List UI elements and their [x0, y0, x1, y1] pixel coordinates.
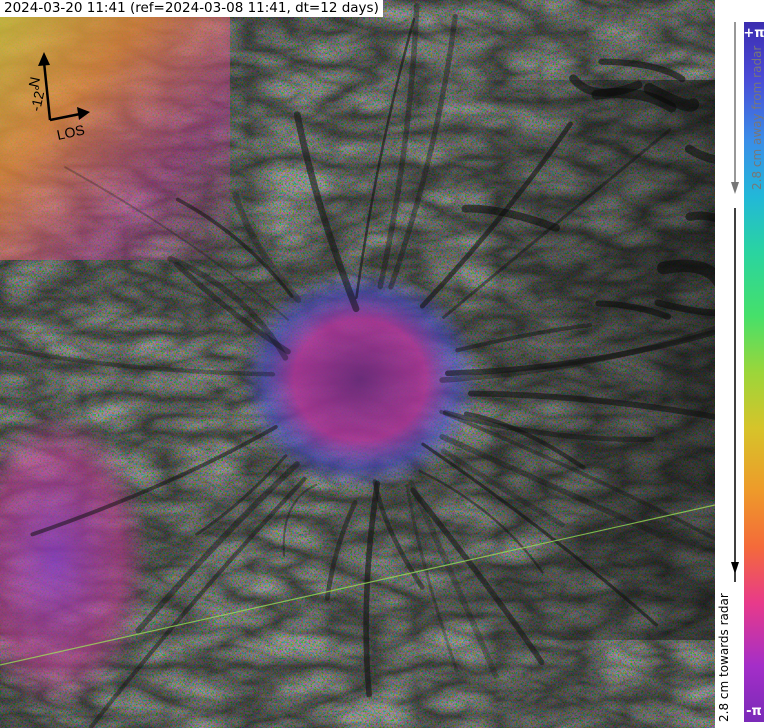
- away-arrow-icon: [731, 182, 739, 194]
- colorbar-min-label: -π: [746, 703, 762, 719]
- towards-arrow-icon: [731, 562, 739, 574]
- acquisition-title: 2024-03-20 11:41 (ref=2024-03-08 11:41, …: [0, 0, 383, 17]
- interferogram-map: -12° N LOS: [0, 0, 715, 728]
- phase-colorbar-panel: +π -π 2.8 cm away from radar 2.8 cm towa…: [715, 0, 765, 728]
- colorbar-towards-label: 2.8 cm towards radar: [717, 593, 731, 722]
- colorbar-max-label: +π: [743, 25, 765, 41]
- nw-deformation-fringe: [0, 0, 230, 260]
- colorbar-away-label: 2.8 cm away from radar: [750, 45, 764, 190]
- interferogram-image: -12° N LOS: [0, 0, 715, 728]
